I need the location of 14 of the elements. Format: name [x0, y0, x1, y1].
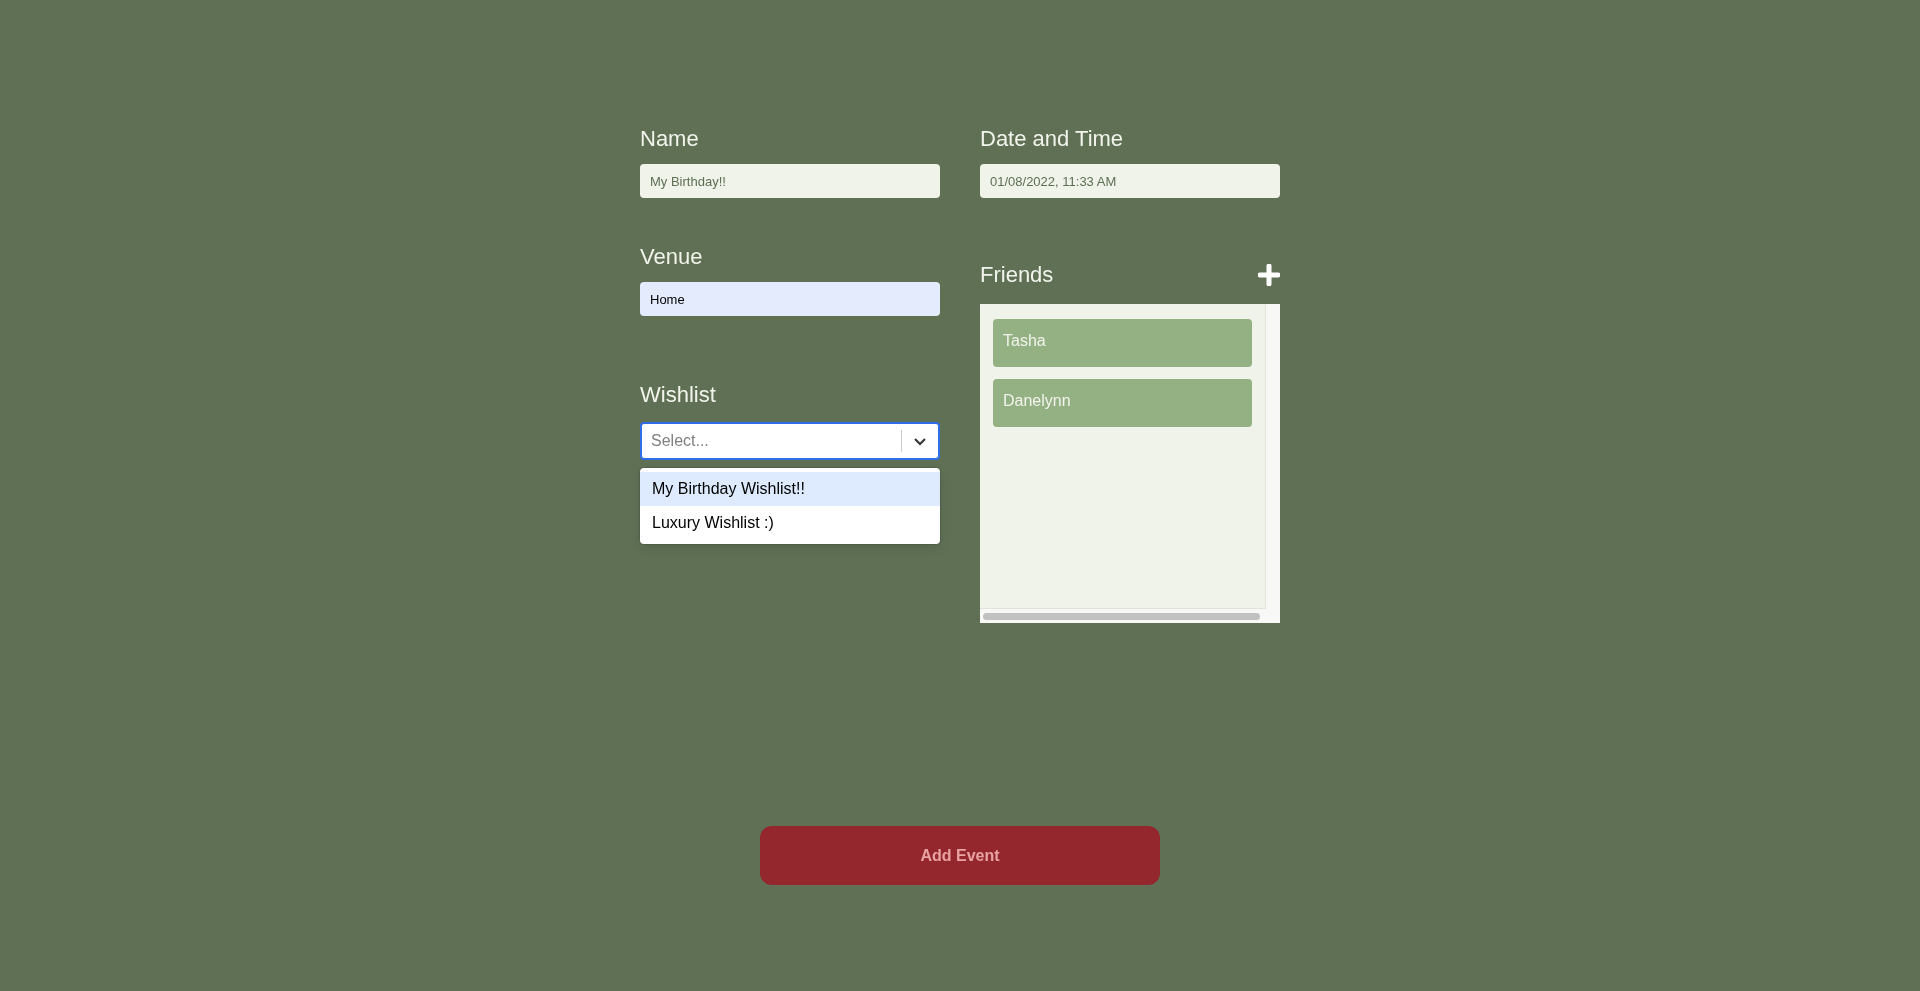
field-label: Wishlist: [640, 382, 717, 408]
select-field[interactable]: Select...: [640, 422, 940, 460]
text-field[interactable]: 01/08/2022, 11:33 AM: [980, 164, 1280, 198]
scrollbar-thumb[interactable]: [983, 612, 1260, 620]
field-label: Name: [640, 126, 700, 152]
text-field[interactable]: Home: [640, 282, 940, 316]
add-event-button[interactable]: Add Event: [760, 826, 1160, 885]
text-field[interactable]: My Birthday!!: [640, 164, 940, 198]
section-title: Friends: [980, 262, 1054, 288]
field-label: Date and Time: [980, 126, 1125, 152]
dropdown-option[interactable]: My Birthday Wishlist!!: [640, 472, 940, 506]
field-label: Venue: [640, 244, 704, 270]
plus-icon[interactable]: [1258, 264, 1280, 286]
dropdown-option[interactable]: Luxury Wishlist :): [640, 506, 940, 540]
